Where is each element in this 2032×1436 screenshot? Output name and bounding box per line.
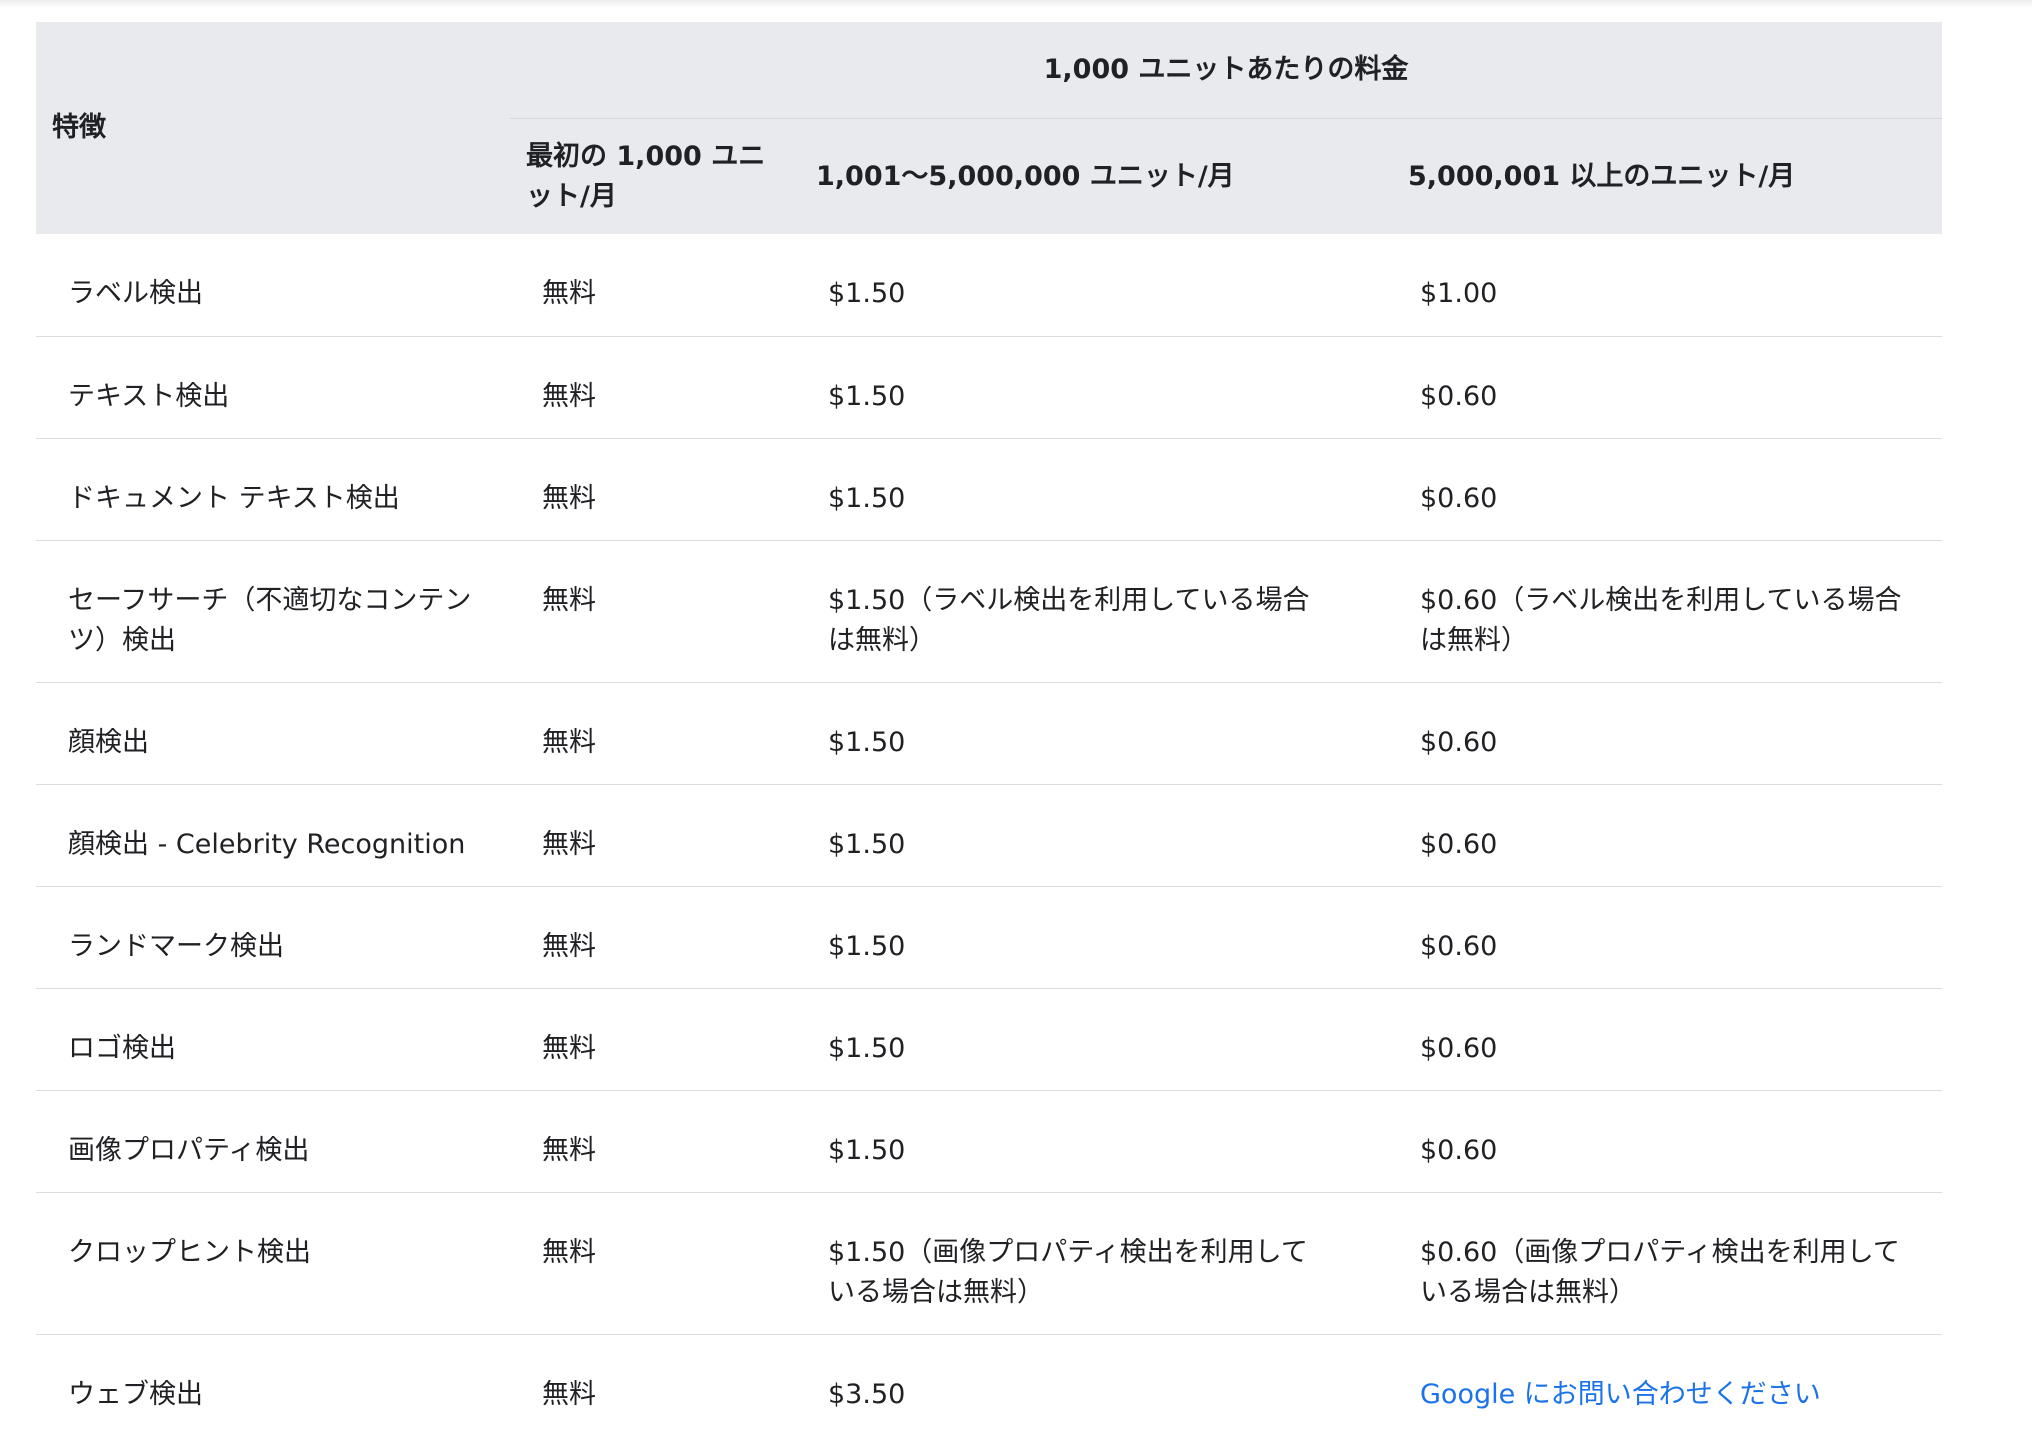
standard-tier-cell: $1.50 xyxy=(784,336,1364,439)
free-tier-cell: 無料 xyxy=(510,886,784,989)
header-tier-volume: 5,000,001 以上のユニット/月 xyxy=(1364,118,1943,234)
free-tier-cell: 無料 xyxy=(510,988,784,1091)
standard-tier-cell: $1.50 xyxy=(784,1090,1364,1193)
pricing-table: 特徴 1,000 ユニットあたりの料金 最初の 1,000 ユニット/月 1,0… xyxy=(36,22,1943,1436)
table-body: ラベル検出 無料 $1.50 $1.00 テキスト検出 無料 $1.50 $0.… xyxy=(36,234,1943,1436)
table-row: 画像プロパティ検出 無料 $1.50 $0.60 xyxy=(36,1090,1943,1193)
top-shadow xyxy=(0,0,2032,8)
free-tier-cell: 無料 xyxy=(510,1192,784,1335)
feature-cell: ラベル検出 xyxy=(36,234,510,337)
free-tier-cell: 無料 xyxy=(510,784,784,887)
free-tier-cell: 無料 xyxy=(510,438,784,541)
volume-tier-cell: $1.00 xyxy=(1364,234,1943,337)
volume-tier-cell: $0.60 xyxy=(1364,438,1943,541)
feature-cell: 顔検出 - Celebrity Recognition xyxy=(36,784,510,887)
free-tier-cell: 無料 xyxy=(510,1090,784,1193)
table-row: ドキュメント テキスト検出 無料 $1.50 $0.60 xyxy=(36,438,1943,541)
header-feature: 特徴 xyxy=(36,22,510,234)
standard-tier-cell: $1.50 xyxy=(784,988,1364,1091)
free-tier-cell: 無料 xyxy=(510,540,784,683)
table-row: 顔検出 無料 $1.50 $0.60 xyxy=(36,682,1943,785)
standard-tier-cell: $1.50（ラベル検出を利用している場合は無料） xyxy=(784,540,1364,683)
feature-cell: 画像プロパティ検出 xyxy=(36,1090,510,1193)
standard-tier-cell: $1.50（画像プロパティ検出を利用している場合は無料） xyxy=(784,1192,1364,1335)
volume-tier-cell: Google にお問い合わせください xyxy=(1364,1334,1942,1436)
volume-tier-cell: $0.60 xyxy=(1364,1090,1943,1193)
header-tier-standard: 1,001〜5,000,000 ユニット/月 xyxy=(784,118,1364,234)
feature-cell: 顔検出 xyxy=(36,682,510,785)
standard-tier-cell: $1.50 xyxy=(784,438,1364,541)
contact-google-link[interactable]: Google にお問い合わせください xyxy=(1420,1379,1821,1410)
feature-cell: ランドマーク検出 xyxy=(36,886,510,989)
table-row: 顔検出 - Celebrity Recognition 無料 $1.50 $0.… xyxy=(36,784,1943,887)
volume-tier-cell: $0.60（画像プロパティ検出を利用している場合は無料） xyxy=(1364,1192,1943,1335)
table-row: ラベル検出 無料 $1.50 $1.00 xyxy=(36,234,1943,337)
free-tier-cell: 無料 xyxy=(510,234,784,337)
volume-tier-cell: $0.60 xyxy=(1364,988,1943,1091)
volume-tier-cell: $0.60 xyxy=(1364,336,1943,439)
feature-cell: ドキュメント テキスト検出 xyxy=(36,438,510,541)
standard-tier-cell: $1.50 xyxy=(784,784,1364,887)
header-price-group: 1,000 ユニットあたりの料金 xyxy=(510,22,1943,119)
feature-cell: ウェブ検出 xyxy=(68,1378,203,1410)
volume-tier-cell: $0.60 xyxy=(1364,886,1943,989)
feature-cell: ロゴ検出 xyxy=(36,988,510,1091)
standard-tier-cell: $3.50 xyxy=(828,1378,906,1410)
standard-tier-cell: $1.50 xyxy=(784,886,1364,989)
standard-tier-cell: $1.50 xyxy=(784,234,1364,337)
table-row: セーフサーチ（不適切なコンテンツ）検出 無料 $1.50（ラベル検出を利用してい… xyxy=(36,540,1943,683)
table-row: ロゴ検出 無料 $1.50 $0.60 xyxy=(36,988,1943,1091)
free-tier-cell: 無料 xyxy=(542,1378,596,1410)
header-tier-free: 最初の 1,000 ユニット/月 xyxy=(510,118,784,234)
free-tier-cell: 無料 xyxy=(510,336,784,439)
feature-cell: テキスト検出 xyxy=(36,336,510,439)
volume-tier-cell: $0.60 xyxy=(1364,784,1943,887)
table-row: テキスト検出 無料 $1.50 $0.60 xyxy=(36,336,1943,439)
table-header: 特徴 1,000 ユニットあたりの料金 最初の 1,000 ユニット/月 1,0… xyxy=(36,22,1943,234)
feature-cell: セーフサーチ（不適切なコンテンツ）検出 xyxy=(36,540,510,683)
volume-tier-cell: $0.60（ラベル検出を利用している場合は無料） xyxy=(1364,540,1943,683)
feature-cell: クロップヒント検出 xyxy=(36,1192,510,1335)
volume-tier-cell: $0.60 xyxy=(1364,682,1943,785)
table-row: ウェブ検出 無料 $3.50 Google にお問い合わせください xyxy=(36,1334,1942,1436)
free-tier-cell: 無料 xyxy=(510,682,784,785)
table-row: クロップヒント検出 無料 $1.50（画像プロパティ検出を利用している場合は無料… xyxy=(36,1192,1943,1335)
standard-tier-cell: $1.50 xyxy=(784,682,1364,785)
table-row: ランドマーク検出 無料 $1.50 $0.60 xyxy=(36,886,1943,989)
